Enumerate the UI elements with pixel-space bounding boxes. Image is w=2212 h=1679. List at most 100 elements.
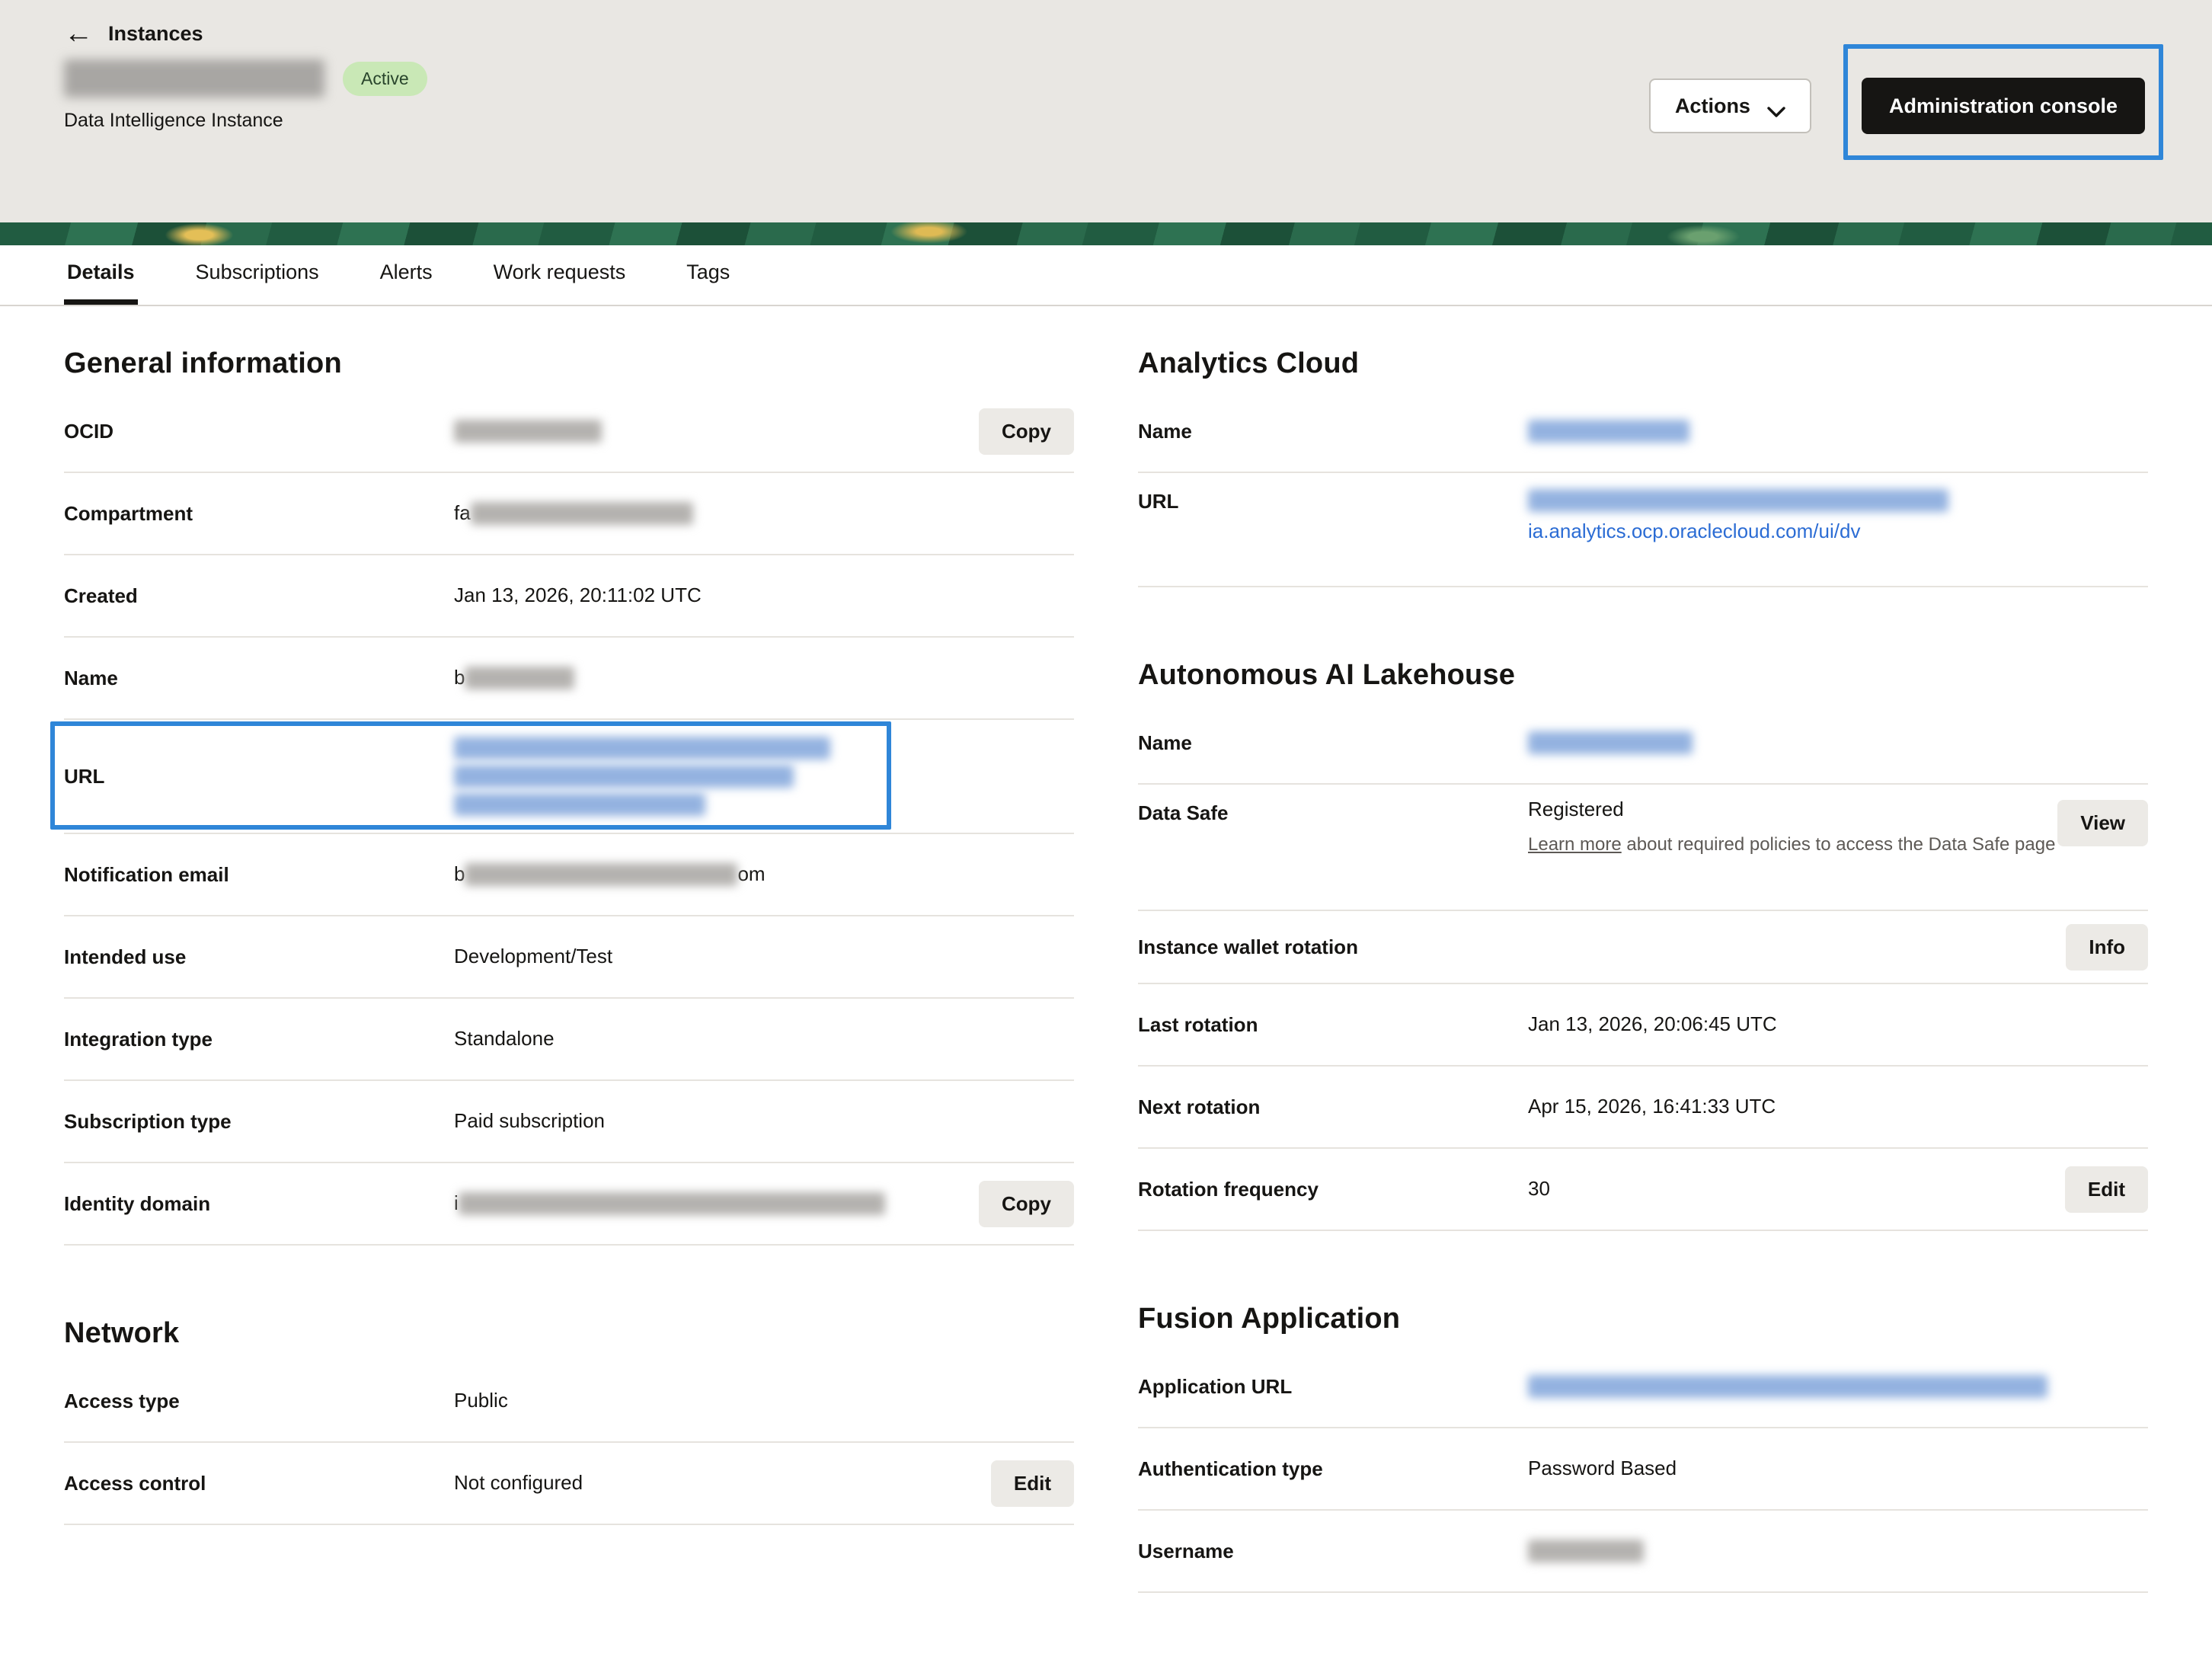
- row-wallet-rotation: Instance wallet rotation Info: [1138, 911, 2148, 984]
- back-arrow-icon[interactable]: ←: [64, 19, 93, 48]
- redacted-value: [471, 502, 693, 525]
- intended-use-value: Development/Test: [454, 942, 1074, 971]
- row-lakehouse-name: Name: [1138, 702, 2148, 785]
- administration-console-button[interactable]: Administration console: [1862, 78, 2145, 134]
- redacted-value: [454, 420, 602, 443]
- row-last-rotation: Last rotation Jan 13, 2026, 20:06:45 UTC: [1138, 984, 2148, 1067]
- intended-use-label: Intended use: [64, 945, 454, 969]
- ocid-label: OCID: [64, 420, 454, 443]
- compartment-value: fa: [454, 499, 1074, 528]
- row-name: Name b: [64, 638, 1074, 720]
- integration-type-label: Integration type: [64, 1028, 454, 1051]
- data-safe-value: Registered Learn more about required pol…: [1528, 795, 2057, 858]
- actions-button-label: Actions: [1675, 94, 1750, 118]
- row-access-type: Access type Public: [64, 1361, 1074, 1443]
- redacted-value: [1528, 1540, 1644, 1562]
- row-application-url: Application URL: [1138, 1346, 2148, 1428]
- learn-more-link[interactable]: Learn more: [1528, 834, 1622, 855]
- tab-tags[interactable]: Tags: [683, 245, 733, 305]
- row-url: URL: [64, 720, 1074, 834]
- redacted-link: [1528, 731, 1693, 754]
- redacted-link: [454, 793, 705, 816]
- created-label: Created: [64, 584, 454, 608]
- ocid-copy-button[interactable]: Copy: [979, 408, 1074, 455]
- identity-domain-copy-button[interactable]: Copy: [979, 1181, 1074, 1227]
- tab-subscriptions[interactable]: Subscriptions: [193, 245, 322, 305]
- row-analytics-name: Name: [1138, 391, 2148, 473]
- row-ocid: OCID Copy: [64, 391, 1074, 473]
- tab-work-requests[interactable]: Work requests: [491, 245, 629, 305]
- section-analytics-cloud: Analytics Cloud: [1138, 347, 2148, 380]
- analytics-url-label: URL: [1138, 484, 1528, 513]
- application-url-label: Application URL: [1138, 1375, 1528, 1399]
- last-rotation-value: Jan 13, 2026, 20:06:45 UTC: [1528, 1010, 2148, 1039]
- main-content: General information OCID Copy Compartmen…: [0, 306, 2212, 1593]
- row-analytics-url: URL ia.analytics.ocp.oraclecloud.com/ui/…: [1138, 473, 2148, 587]
- application-url-value[interactable]: [1528, 1372, 2148, 1401]
- username-label: Username: [1138, 1540, 1528, 1563]
- authentication-type-value: Password Based: [1528, 1454, 2148, 1483]
- data-safe-help: Learn more about required policies to ac…: [1528, 832, 2057, 859]
- data-safe-status: Registered: [1528, 795, 2057, 824]
- redacted-link: [454, 765, 794, 788]
- row-created: Created Jan 13, 2026, 20:11:02 UTC: [64, 555, 1074, 638]
- identity-domain-label: Identity domain: [64, 1192, 454, 1216]
- left-column: General information OCID Copy Compartmen…: [64, 306, 1074, 1525]
- actions-button[interactable]: Actions: [1649, 78, 1811, 133]
- analytics-name-value[interactable]: [1528, 417, 2148, 446]
- row-data-safe: Data Safe Registered Learn more about re…: [1138, 785, 2148, 911]
- subscription-type-label: Subscription type: [64, 1110, 454, 1134]
- row-authentication-type: Authentication type Password Based: [1138, 1428, 2148, 1511]
- next-rotation-value: Apr 15, 2026, 16:41:33 UTC: [1528, 1092, 2148, 1121]
- page-header: ← Instances Active Data Intelligence Ins…: [0, 0, 2212, 222]
- section-network: Network: [64, 1317, 1074, 1350]
- row-username: Username: [1138, 1511, 2148, 1593]
- notification-email-label: Notification email: [64, 863, 454, 887]
- chevron-down-icon: [1767, 100, 1785, 112]
- access-control-label: Access control: [64, 1472, 454, 1495]
- rotation-frequency-label: Rotation frequency: [1138, 1178, 1528, 1201]
- row-compartment: Compartment fa: [64, 473, 1074, 555]
- header-actions: Actions Administration console: [1649, 78, 2145, 134]
- row-intended-use: Intended use Development/Test: [64, 916, 1074, 999]
- redacted-link: [1528, 489, 1948, 512]
- authentication-type-label: Authentication type: [1138, 1457, 1528, 1481]
- access-type-label: Access type: [64, 1390, 454, 1413]
- rotation-frequency-value: 30: [1528, 1175, 2065, 1204]
- identity-domain-value: i: [454, 1189, 979, 1218]
- notification-email-value: bom: [454, 860, 1074, 889]
- row-integration-type: Integration type Standalone: [64, 999, 1074, 1081]
- tab-details[interactable]: Details: [64, 245, 138, 305]
- row-notification-email: Notification email bom: [64, 834, 1074, 916]
- rotation-frequency-edit-button[interactable]: Edit: [2065, 1166, 2148, 1213]
- row-subscription-type: Subscription type Paid subscription: [64, 1081, 1074, 1163]
- tab-alerts[interactable]: Alerts: [377, 245, 436, 305]
- analytics-url-value[interactable]: ia.analytics.ocp.oraclecloud.com/ui/dv: [1528, 484, 2148, 546]
- section-fusion-application: Fusion Application: [1138, 1303, 2148, 1335]
- url-value[interactable]: [454, 731, 1074, 821]
- lakehouse-name-label: Name: [1138, 731, 1528, 755]
- redacted-link: [1528, 1375, 2047, 1398]
- analytics-url-link[interactable]: ia.analytics.ocp.oraclecloud.com/ui/dv: [1528, 520, 1860, 542]
- name-value: b: [454, 664, 1074, 692]
- name-label: Name: [64, 667, 454, 690]
- back-link[interactable]: Instances: [108, 22, 203, 46]
- last-rotation-label: Last rotation: [1138, 1013, 1528, 1037]
- redacted-value: [459, 1192, 885, 1215]
- decorative-banner: [0, 222, 2212, 245]
- redacted-link: [1528, 420, 1689, 443]
- lakehouse-name-value[interactable]: [1528, 728, 2148, 757]
- created-value: Jan 13, 2026, 20:11:02 UTC: [454, 581, 1074, 610]
- wallet-rotation-info-button[interactable]: Info: [2066, 924, 2148, 971]
- data-safe-view-button[interactable]: View: [2057, 800, 2148, 846]
- section-general-information: General information: [64, 347, 1074, 380]
- row-next-rotation: Next rotation Apr 15, 2026, 16:41:33 UTC: [1138, 1067, 2148, 1149]
- instance-name-redacted: [64, 59, 324, 98]
- username-value: [1528, 1537, 2148, 1565]
- data-safe-label: Data Safe: [1138, 795, 1528, 825]
- analytics-name-label: Name: [1138, 420, 1528, 443]
- row-rotation-frequency: Rotation frequency 30 Edit: [1138, 1149, 2148, 1231]
- subscription-type-value: Paid subscription: [454, 1107, 1074, 1136]
- row-access-control: Access control Not configured Edit: [64, 1443, 1074, 1525]
- access-control-edit-button[interactable]: Edit: [991, 1460, 1074, 1507]
